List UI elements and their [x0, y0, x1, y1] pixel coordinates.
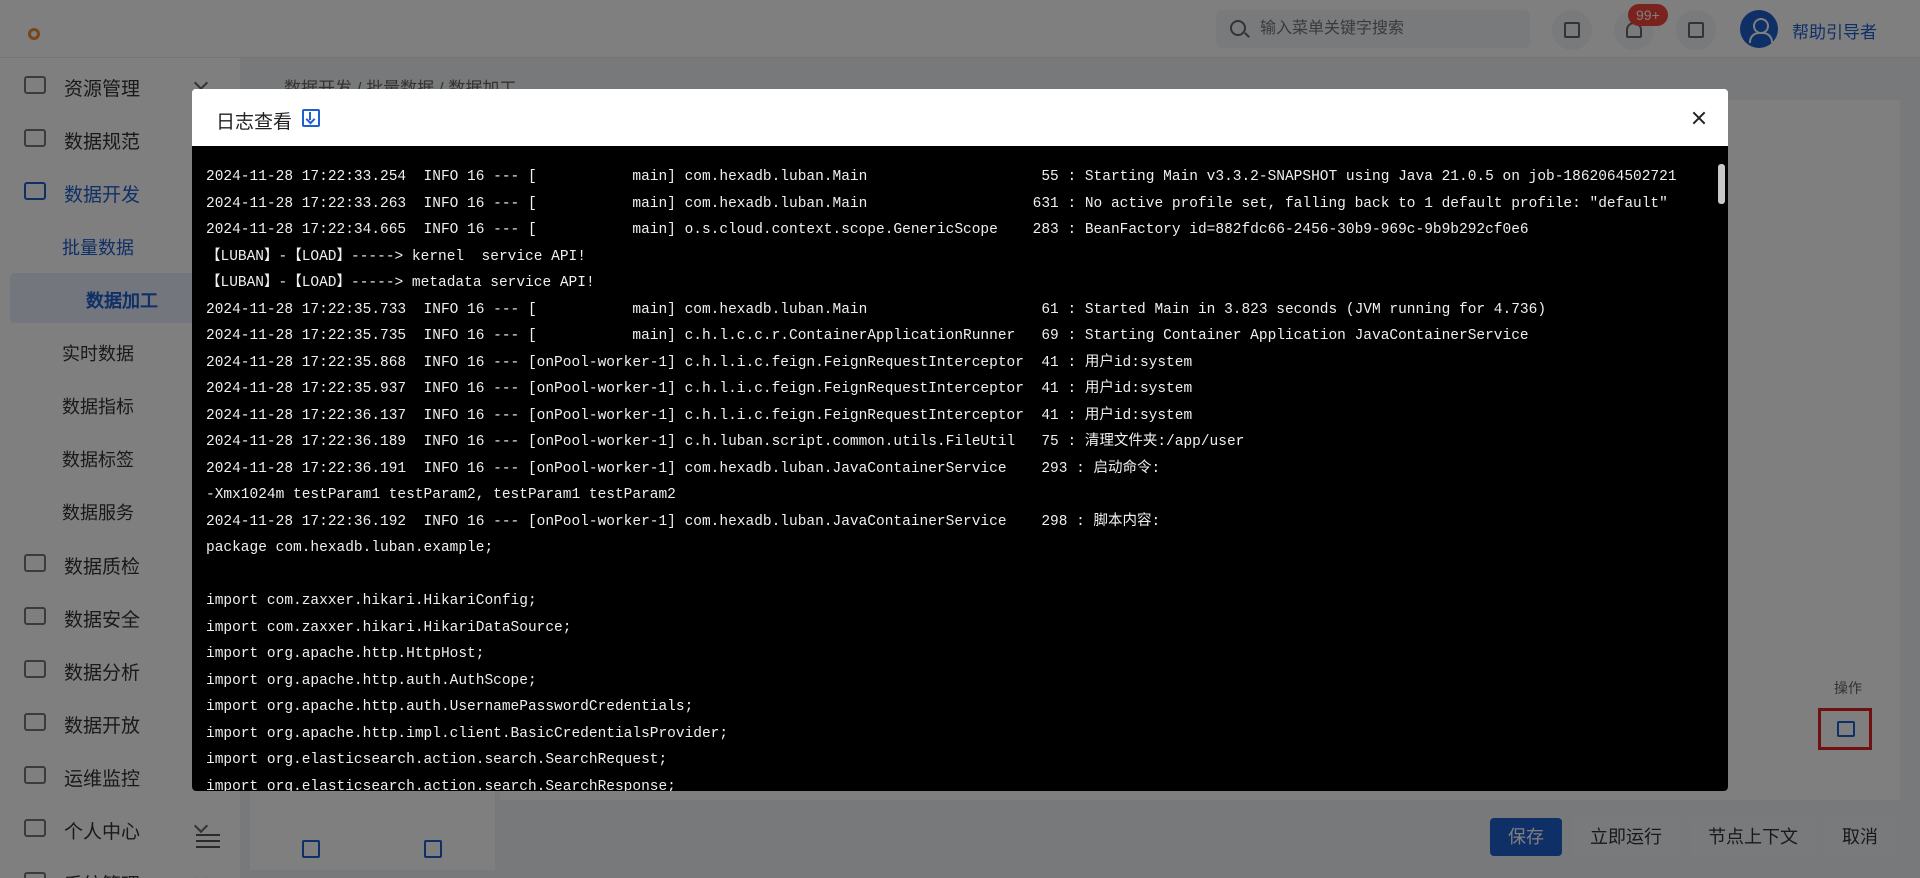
download-icon[interactable] — [302, 109, 320, 127]
log-line: import org.elasticsearch.action.search.S… — [206, 778, 676, 792]
log-line: import org.apache.http.impl.client.Basic… — [206, 725, 729, 742]
log-line: 2024-11-28 17:22:35.733 INFO 16 --- [ ma… — [206, 301, 1547, 318]
log-line: 2024-11-28 17:22:35.937 INFO 16 --- [onP… — [206, 381, 1193, 397]
log-line: import org.apache.http.auth.AuthScope; — [206, 672, 537, 689]
dialog-header: 日志查看 — [192, 89, 1728, 146]
log-line: 2024-11-28 17:22:36.137 INFO 16 --- [onP… — [206, 407, 1193, 424]
log-line: 2024-11-28 17:22:35.868 INFO 16 --- [onP… — [206, 354, 1193, 371]
close-button[interactable] — [1686, 105, 1712, 131]
log-output[interactable]: 2024-11-28 17:22:33.254 INFO 16 --- [ ma… — [192, 146, 1728, 791]
log-line: 【LUBAN】-【LOAD】-----> kernel service API! — [206, 248, 586, 265]
log-line: package com.hexadb.luban.example; — [206, 540, 494, 556]
log-line: 【LUBAN】-【LOAD】-----> metadata service AP… — [206, 275, 595, 291]
log-line: 2024-11-28 17:22:36.192 INFO 16 --- [onP… — [206, 513, 1161, 530]
log-line: import org.elasticsearch.action.search.S… — [206, 752, 668, 768]
log-lines: 2024-11-28 17:22:33.254 INFO 16 --- [ ma… — [206, 164, 1706, 791]
log-line: -Xmx1024m testParam1 testParam2, testPar… — [206, 487, 676, 503]
log-viewer-dialog: 日志查看 2024-11-28 17:22:33.254 INFO 16 ---… — [192, 89, 1728, 791]
vertical-scrollbar[interactable] — [1718, 164, 1725, 204]
log-line: 2024-11-28 17:22:36.191 INFO 16 --- [onP… — [206, 460, 1161, 477]
log-line: import com.zaxxer.hikari.HikariConfig; — [206, 593, 537, 609]
log-line: import org.apache.http.auth.UsernamePass… — [206, 699, 694, 715]
log-line: import org.apache.http.HttpHost; — [206, 646, 485, 662]
log-line: 2024-11-28 17:22:34.665 INFO 16 --- [ ma… — [206, 222, 1529, 238]
dialog-title: 日志查看 — [216, 112, 293, 133]
log-line: import com.zaxxer.hikari.HikariDataSourc… — [206, 619, 572, 636]
log-line: 2024-11-28 17:22:36.189 INFO 16 --- [onP… — [206, 434, 1245, 450]
log-line: 2024-11-28 17:22:33.254 INFO 16 --- [ ma… — [206, 169, 1677, 185]
log-line: 2024-11-28 17:22:33.263 INFO 16 --- [ ma… — [206, 195, 1668, 212]
log-line: 2024-11-28 17:22:35.735 INFO 16 --- [ ma… — [206, 328, 1529, 344]
